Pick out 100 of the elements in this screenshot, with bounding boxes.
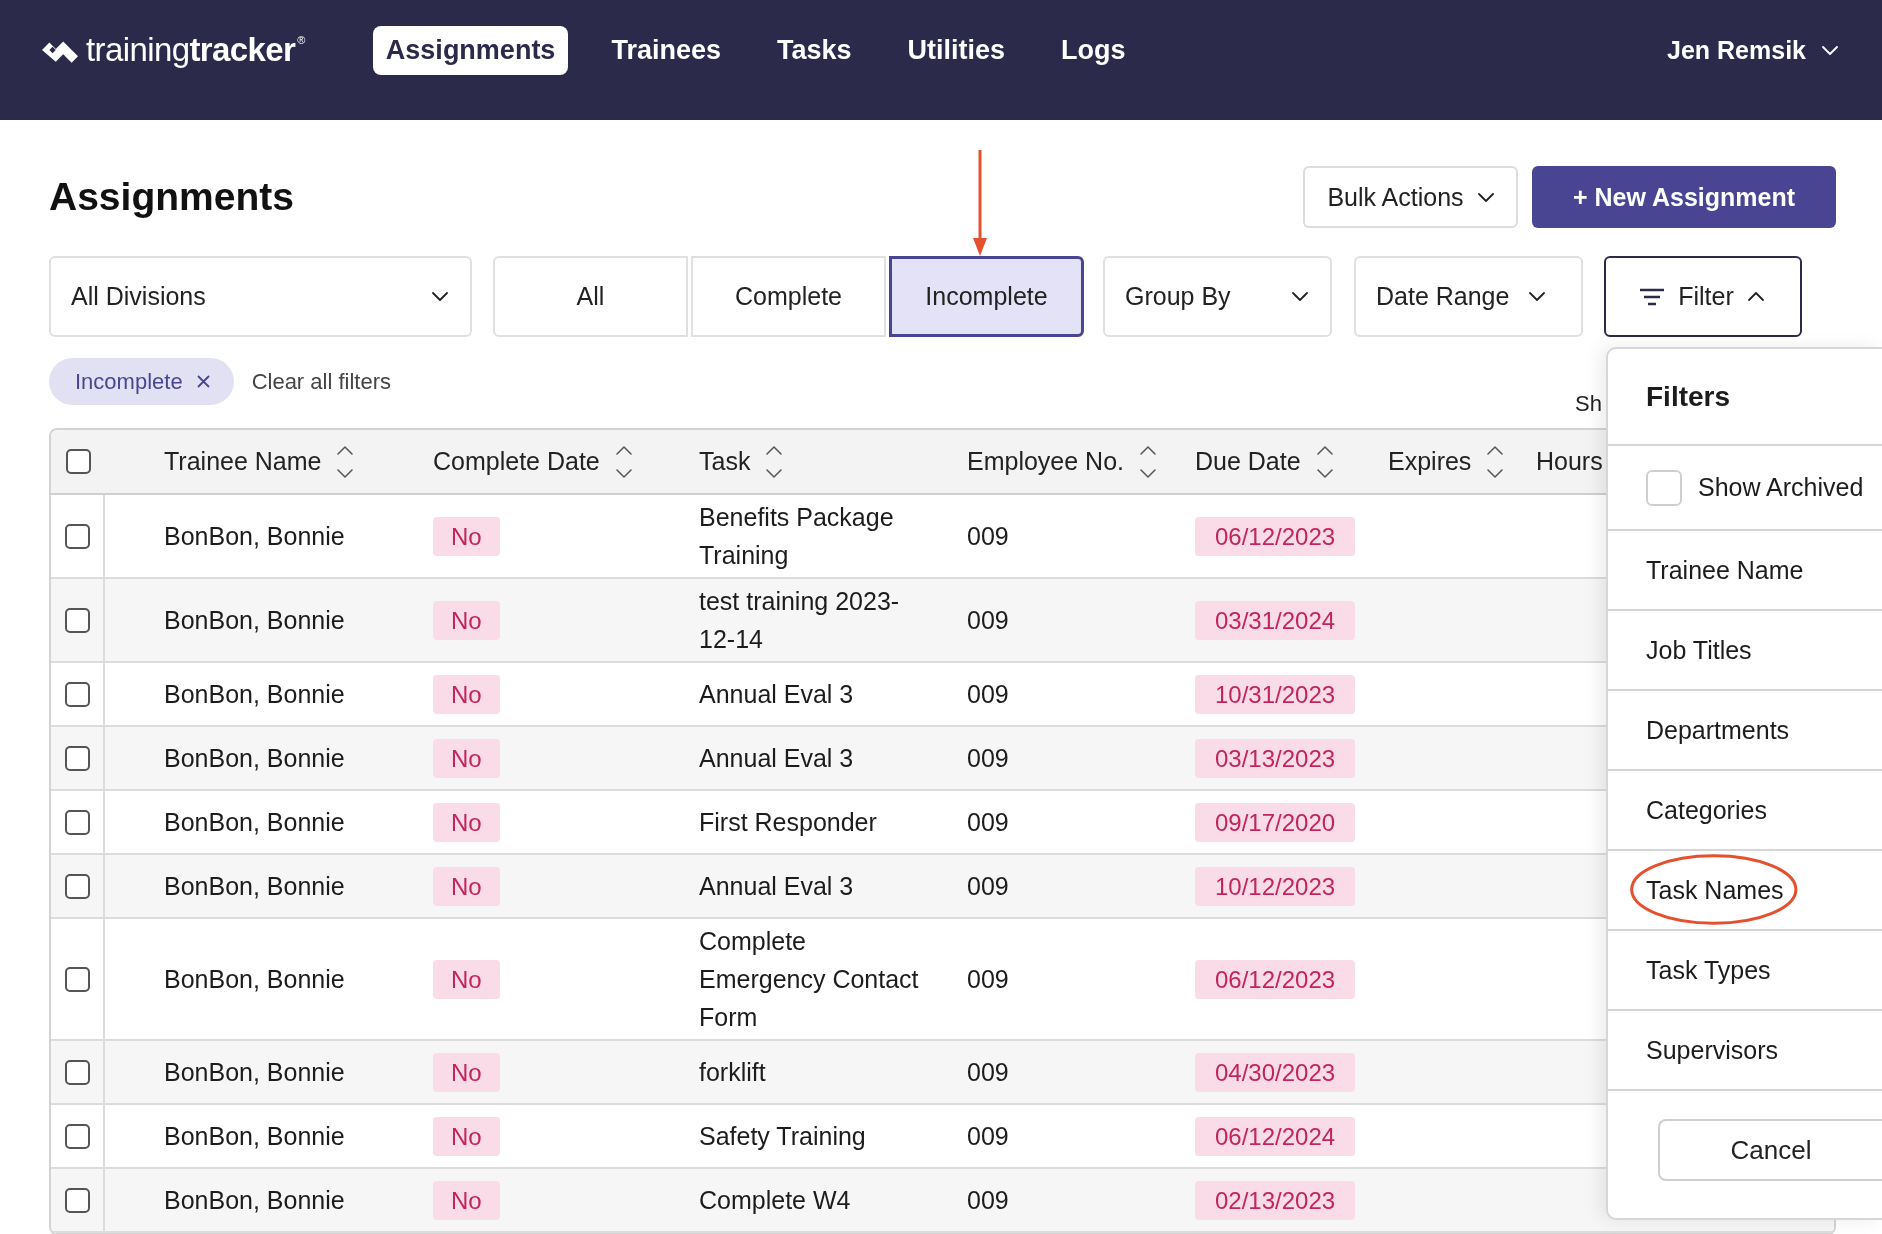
- date-range-select[interactable]: Date Range: [1354, 256, 1583, 337]
- complete-status-badge: No: [433, 866, 500, 906]
- filter-option[interactable]: Task Types: [1608, 931, 1882, 1011]
- column-header[interactable]: Expires: [1388, 444, 1504, 479]
- row-checkbox[interactable]: [64, 966, 90, 992]
- division-select[interactable]: All Divisions: [49, 256, 472, 337]
- show-archived-label: Show Archived: [1698, 473, 1864, 502]
- column-header[interactable]: Trainee Name: [164, 444, 354, 479]
- select-all-checkbox[interactable]: [65, 449, 91, 474]
- row-checkbox[interactable]: [64, 873, 90, 899]
- due-date-badge: 10/31/2023: [1195, 674, 1356, 714]
- column-header[interactable]: Task: [699, 444, 783, 479]
- filter-button[interactable]: Filter: [1604, 256, 1802, 337]
- employee-number: 009: [967, 872, 1009, 900]
- column-header[interactable]: Employee No.: [967, 444, 1157, 479]
- trainee-name: BonBon, Bonnie: [164, 808, 345, 836]
- task-name: Annual Eval 3: [699, 679, 855, 710]
- employee-number: 009: [967, 1122, 1009, 1150]
- row-checkbox[interactable]: [64, 523, 90, 549]
- status-tab[interactable]: All: [493, 256, 688, 337]
- filter-icon: [1640, 287, 1665, 306]
- task-name: Complete Emergency Contact Form: [699, 926, 920, 1033]
- employee-number: 009: [967, 680, 1009, 708]
- clear-filters-link[interactable]: Clear all filters: [251, 368, 391, 395]
- chevron-down-icon: [432, 292, 448, 301]
- row-checkbox[interactable]: [64, 607, 90, 633]
- chevron-down-icon: [1292, 292, 1308, 301]
- filter-option[interactable]: Trainee Name: [1608, 531, 1882, 611]
- trainee-name: BonBon, Bonnie: [164, 1122, 345, 1150]
- row-checkbox[interactable]: [64, 745, 90, 771]
- trainee-name: BonBon, Bonnie: [164, 744, 345, 772]
- column-header: Hours: [1536, 447, 1603, 476]
- nav-tab[interactable]: Logs: [1048, 25, 1139, 75]
- sort-icon: [615, 444, 632, 479]
- due-date-badge: 03/13/2023: [1195, 738, 1356, 778]
- logo-wordmark: trainingtracker$^{®}$: [86, 31, 305, 69]
- results-summary-text: Sh: [1575, 391, 1602, 417]
- status-tab[interactable]: Complete: [691, 256, 886, 337]
- chevron-down-icon: [1822, 45, 1838, 55]
- nav-tab[interactable]: Tasks: [763, 25, 865, 75]
- trainee-name: BonBon, Bonnie: [164, 872, 345, 900]
- user-menu[interactable]: Jen Remsik: [1667, 35, 1838, 65]
- filter-option[interactable]: Supervisors: [1608, 1011, 1882, 1091]
- complete-status-badge: No: [433, 738, 500, 778]
- status-tab[interactable]: Incomplete: [889, 256, 1084, 337]
- group-by-select[interactable]: Group By: [1103, 256, 1332, 337]
- complete-status-badge: No: [433, 1052, 500, 1092]
- filter-option[interactable]: Task Names: [1608, 851, 1882, 931]
- task-name: Annual Eval 3: [699, 743, 855, 774]
- page-title: Assignments: [49, 175, 294, 219]
- complete-status-badge: No: [433, 516, 500, 556]
- filter-option[interactable]: Categories: [1608, 771, 1882, 851]
- due-date-badge: 06/12/2023: [1195, 959, 1356, 999]
- due-date-badge: 10/12/2023: [1195, 866, 1356, 906]
- row-checkbox[interactable]: [64, 809, 90, 835]
- row-checkbox[interactable]: [64, 681, 90, 707]
- task-name: forklift: [699, 1057, 767, 1088]
- trainee-name: BonBon, Bonnie: [164, 1186, 345, 1214]
- row-checkbox[interactable]: [64, 1123, 90, 1149]
- nav-tab[interactable]: Assignments: [372, 25, 569, 75]
- column-header[interactable]: Complete Date: [433, 444, 632, 479]
- sort-icon: [766, 444, 783, 479]
- filter-chip[interactable]: Incomplete: [49, 358, 234, 405]
- nav-tab[interactable]: Trainees: [598, 25, 734, 75]
- due-date-badge: 06/12/2024: [1195, 1116, 1356, 1156]
- employee-number: 009: [967, 965, 1009, 993]
- due-date-badge: 06/12/2023: [1195, 516, 1356, 556]
- complete-status-badge: No: [433, 674, 500, 714]
- chevron-down-icon: [1477, 192, 1494, 202]
- sort-icon: [1316, 444, 1333, 479]
- close-icon[interactable]: [196, 375, 210, 388]
- new-assignment-button[interactable]: + New Assignment: [1532, 166, 1836, 228]
- chevron-down-icon: [1529, 292, 1546, 301]
- employee-number: 009: [967, 1058, 1009, 1086]
- nav-tab[interactable]: Utilities: [894, 25, 1019, 75]
- filter-option[interactable]: Job Titles: [1608, 611, 1882, 691]
- task-name: Annual Eval 3: [699, 871, 855, 902]
- sort-icon: [1140, 444, 1157, 479]
- sort-icon: [1487, 444, 1504, 479]
- bulk-actions-dropdown[interactable]: Bulk Actions: [1303, 166, 1518, 228]
- show-archived-checkbox[interactable]: [1646, 469, 1682, 506]
- trainee-name: BonBon, Bonnie: [164, 1058, 345, 1086]
- sort-icon: [337, 444, 354, 479]
- panel-title: Filters: [1646, 380, 1731, 413]
- employee-number: 009: [967, 744, 1009, 772]
- trainee-name: BonBon, Bonnie: [164, 522, 345, 550]
- complete-status-badge: No: [433, 600, 500, 640]
- task-name: First Responder: [699, 807, 878, 838]
- cancel-button[interactable]: Cancel: [1658, 1119, 1882, 1181]
- task-name: test training 2023-12-14: [699, 586, 901, 655]
- row-checkbox[interactable]: [64, 1187, 90, 1213]
- due-date-badge: 04/30/2023: [1195, 1052, 1356, 1092]
- complete-status-badge: No: [433, 1116, 500, 1156]
- row-checkbox[interactable]: [64, 1059, 90, 1085]
- trainee-name: BonBon, Bonnie: [164, 965, 345, 993]
- filter-option[interactable]: Departments: [1608, 691, 1882, 771]
- employee-number: 009: [967, 1186, 1009, 1214]
- employee-number: 009: [967, 606, 1009, 634]
- column-header[interactable]: Due Date: [1195, 444, 1333, 479]
- complete-status-badge: No: [433, 959, 500, 999]
